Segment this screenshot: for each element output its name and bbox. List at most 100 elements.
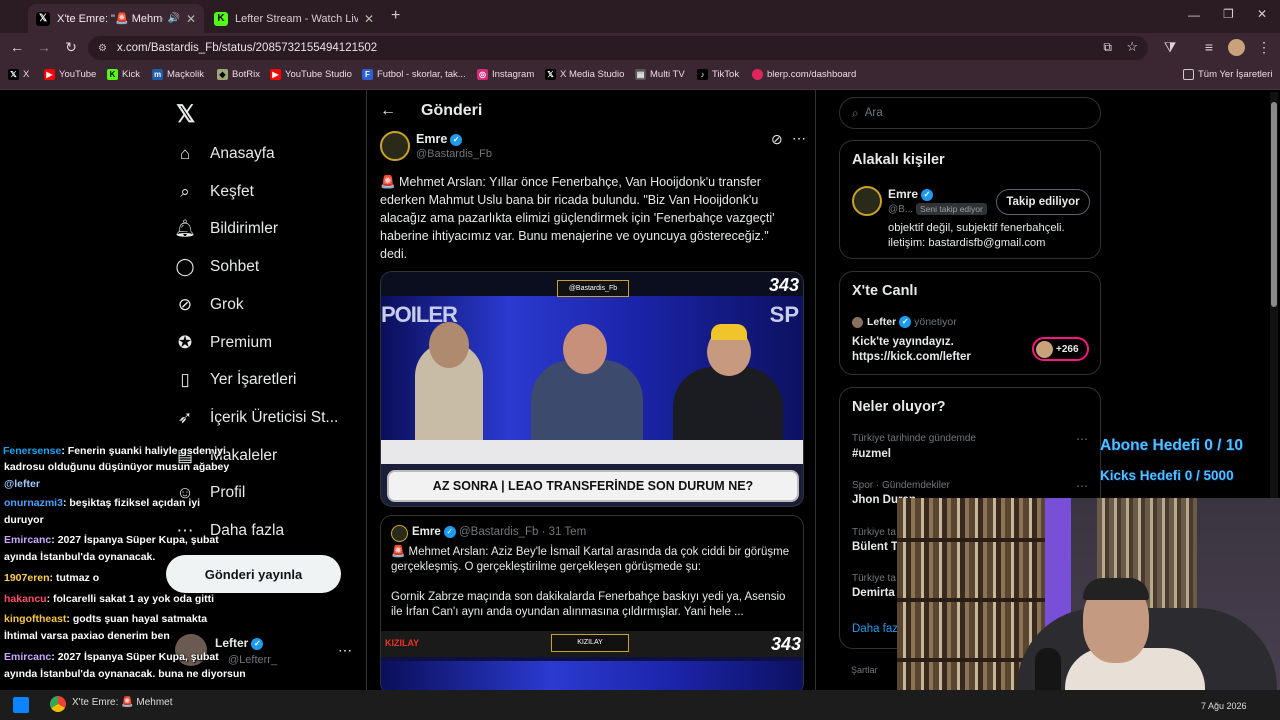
taskbar-window[interactable]: X'te Emre: 🚨 Mehmet <box>72 697 173 708</box>
tab-title: Lefter Stream - Watch Live on K <box>235 12 358 25</box>
trend-name[interactable]: #uzmel <box>852 448 891 460</box>
forward-icon[interactable]: → <box>35 39 53 55</box>
nav-explore[interactable]: ⌕ Keşfet <box>174 181 254 203</box>
reload-icon[interactable]: ↻ <box>62 39 80 56</box>
speaker-icon[interactable]: 🔊 <box>167 13 179 24</box>
live-listeners[interactable]: +266 <box>1032 337 1089 361</box>
live-text-2[interactable]: https://kick.com/lefter <box>852 350 971 365</box>
live-host-avatar <box>852 317 863 328</box>
site-info-icon[interactable]: ⚙ <box>98 43 107 54</box>
bookmark-tiktok[interactable]: ♪ TikTok <box>697 69 739 80</box>
tweet-menu-icon[interactable]: ⋯ <box>792 130 806 147</box>
trend-name[interactable]: Demirta <box>852 587 895 599</box>
chrome-icon[interactable] <box>50 696 66 712</box>
new-tab-icon[interactable]: + <box>391 7 400 25</box>
close-tab-icon[interactable]: ✕ <box>364 12 374 26</box>
nav-label: İçerik Üreticisi St... <box>210 409 339 426</box>
nav-grok[interactable]: ⊘ Grok <box>174 294 244 316</box>
menu-icon[interactable]: ⋮ <box>1255 39 1273 56</box>
tab-active[interactable]: 𝕏 X'te Emre: "🚨 Mehmet Arslan 🔊 ✕ <box>28 4 204 33</box>
trend-menu-icon[interactable]: ⋯ <box>1076 432 1088 446</box>
nav-creator-studio[interactable]: ➶ İçerik Üreticisi St... <box>174 407 338 429</box>
verified-icon: ✓ <box>450 133 463 146</box>
account-menu-icon[interactable]: ⋯ <box>338 642 352 659</box>
tab-kick[interactable]: K Lefter Stream - Watch Live on K ✕ <box>206 4 382 33</box>
bookmark-label: Tüm Yer İşaretleri <box>1198 69 1273 80</box>
bookmark-botrix[interactable]: ◆ BotRix <box>217 69 260 80</box>
kick-icon: K <box>107 69 118 80</box>
maximize-icon[interactable]: ❐ <box>1223 7 1234 21</box>
quote-text-1: 🚨 Mehmet Arslan: Aziz Bey'le İsmail Kart… <box>391 546 790 573</box>
bookmark-all[interactable]: Tüm Yer İşaretleri <box>1183 69 1272 80</box>
bookmark-mackolik[interactable]: m Maçkolik <box>152 69 204 80</box>
close-window-icon[interactable]: ✕ <box>1257 7 1267 21</box>
bookmark-x-media-studio[interactable]: 𝕏 X Media Studio <box>545 69 624 80</box>
listener-count: +266 <box>1056 343 1079 355</box>
studio-sign-right: SP <box>769 302 799 327</box>
show-more-link[interactable]: Daha faz <box>852 623 898 635</box>
media-icon[interactable]: ≡ <box>1200 39 1218 55</box>
relevant-name[interactable]: Emre ✓ <box>888 187 934 201</box>
nav-notifications[interactable]: 🔔︎ Bildirimler <box>174 218 278 240</box>
tweet-media[interactable]: POILER SP @Bastardis_Fb 343 AZ SONRA | L… <box>380 271 804 507</box>
post-button[interactable]: Gönderi yayınla <box>166 555 341 593</box>
chat-line: ayında İstanbul'da oynanacak. buna ne di… <box>4 666 246 683</box>
star-icon[interactable]: ☆ <box>1126 39 1138 55</box>
bookmark-youtube[interactable]: ▶ YouTube <box>44 69 96 80</box>
trend-menu-icon[interactable]: ⋯ <box>1076 479 1088 493</box>
bookmarks-bar: 𝕏X ▶ YouTube K Kick m Maçkolik ◆ BotRix ▶ You… <box>0 63 1280 90</box>
quoted-tweet[interactable]: Emre ✓ @Bastardis_Fb · 31 Tem 🚨 Mehmet Ar… <box>380 515 804 695</box>
x-logo-icon[interactable]: 𝕏 <box>176 100 195 129</box>
trend-name[interactable]: Bülent T <box>852 541 898 553</box>
back-arrow-icon[interactable]: ← <box>380 102 396 120</box>
search-box[interactable]: ⌕ Ara <box>839 97 1101 129</box>
trend-context: Spor · Gündemdekiler <box>852 480 950 491</box>
bookmark-multi-tv[interactable]: ▤ Multi TV <box>635 69 685 80</box>
quote-avatar <box>391 525 408 542</box>
search-icon: ⌕ <box>180 182 190 201</box>
desk <box>381 440 803 464</box>
url-text: x.com/Bastardis_Fb/status/20857321554941… <box>116 42 378 54</box>
grok-icon[interactable]: ⊘ <box>771 131 783 148</box>
x-logo-icon: 𝕏 <box>36 11 50 26</box>
extensions-icon[interactable]: ⧩ <box>1161 39 1179 56</box>
close-tab-icon[interactable]: ✕ <box>186 12 196 26</box>
person-hair <box>1083 578 1149 600</box>
live-host[interactable]: Lefter ✓ yönetiyor <box>867 316 957 329</box>
bookmark-kick[interactable]: K Kick <box>107 69 140 80</box>
nav-home[interactable]: ⌂ Anasayfa <box>174 143 275 165</box>
relevant-name-text: Emre <box>888 187 919 201</box>
chat-line: Fenersense: Fenerin şuanki haliyle gsden… <box>3 441 226 460</box>
author-name[interactable]: Emre ✓ <box>416 132 463 146</box>
bookmark-blerp[interactable]: blerp.com/dashboard <box>752 69 856 80</box>
bookmark-instagram[interactable]: ◎ Instagram <box>477 69 534 80</box>
start-icon[interactable] <box>13 697 29 713</box>
nav-bookmarks[interactable]: ▯ Yer İşaretleri <box>174 369 296 391</box>
bookmark-x[interactable]: 𝕏X <box>8 69 29 80</box>
author-avatar[interactable] <box>380 131 410 161</box>
following-button[interactable]: Takip ediliyor <box>996 189 1090 215</box>
bookmark-label: Multi TV <box>650 69 685 80</box>
sub-goal: Abone Hedefi 0 / 10 <box>1100 437 1243 454</box>
follows-you-badge: Seni takip ediyor <box>916 203 987 215</box>
scrollbar-thumb[interactable] <box>1271 102 1277 307</box>
nav-chat[interactable]: ◯ Sohbet <box>174 256 259 278</box>
nav-premium[interactable]: ✪ Premium <box>174 332 272 354</box>
chat-user: Fenersense <box>3 445 62 457</box>
back-icon[interactable]: ← <box>8 39 26 55</box>
terms-link[interactable]: Şartlar <box>851 665 878 675</box>
quote-watermark: KIZILAY <box>551 634 629 652</box>
install-icon[interactable]: ⧉ <box>1103 40 1112 55</box>
card-title: Neler oluyor? <box>852 399 946 415</box>
chat-message: : beşiktaş fiziksel açıdan iyi <box>62 497 201 509</box>
address-bar[interactable]: ⚙ x.com/Bastardis_Fb/status/208573215549… <box>88 36 1148 60</box>
profile-avatar[interactable] <box>1228 39 1245 56</box>
bookmark-futbol[interactable]: F Futbol - skorlar, tak... <box>362 69 466 80</box>
account-name-text: Lefter <box>215 636 249 650</box>
bookmark-youtube-studio[interactable]: ▶ YouTube Studio <box>270 69 352 80</box>
search-placeholder: Ara <box>864 107 883 119</box>
minimize-icon[interactable]: — <box>1188 8 1200 22</box>
folder-icon: ▤ <box>635 69 646 80</box>
relevant-avatar[interactable] <box>852 186 882 216</box>
nav-label: Anasayfa <box>210 145 275 162</box>
